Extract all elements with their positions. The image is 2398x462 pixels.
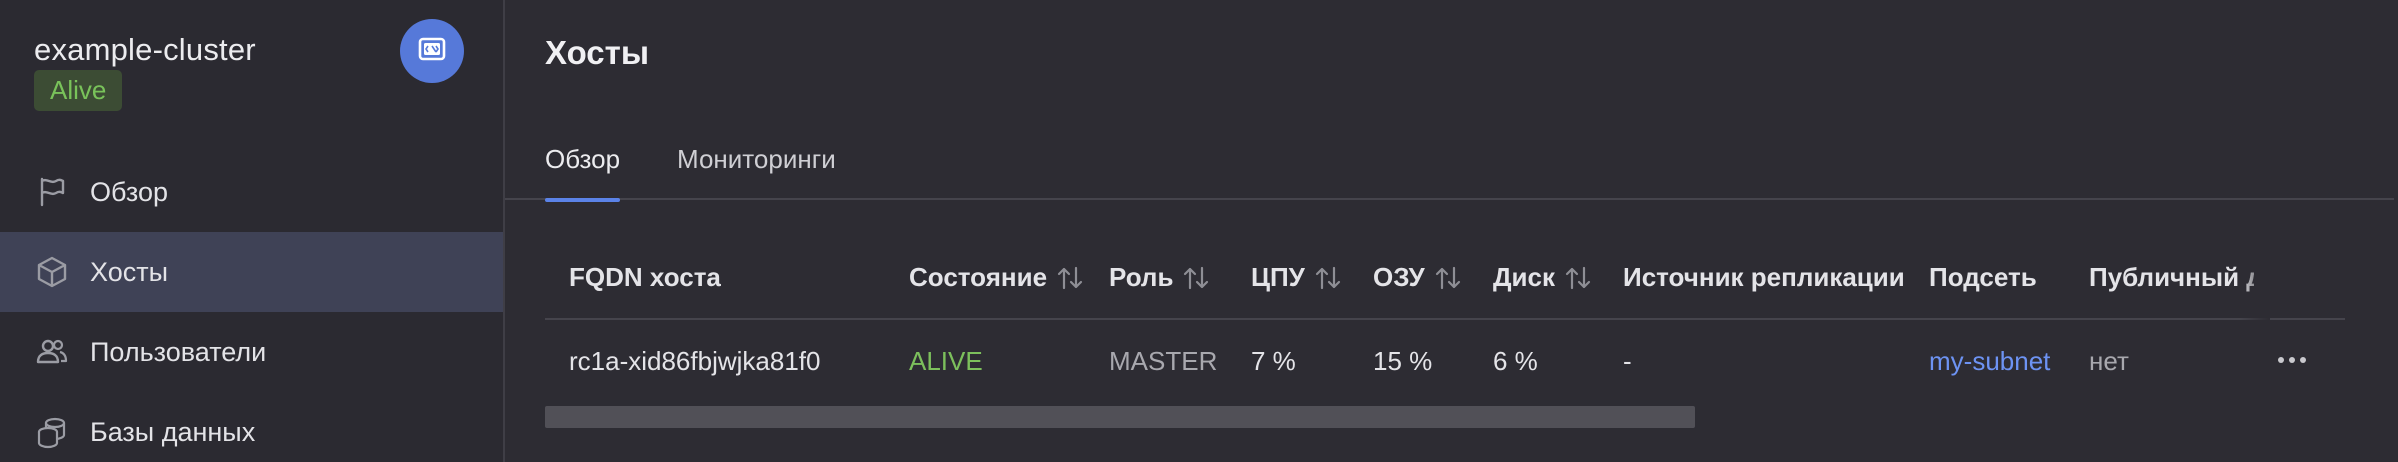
sort-icon[interactable] bbox=[1433, 264, 1463, 292]
horizontal-scrollbar[interactable] bbox=[545, 406, 1695, 428]
database-icon bbox=[34, 414, 70, 450]
cluster-terminal-icon bbox=[417, 36, 447, 67]
column-label: Диск bbox=[1493, 262, 1555, 292]
more-dots-icon bbox=[2278, 357, 2306, 363]
tab-monitoring[interactable]: Мониторинги bbox=[677, 144, 836, 200]
column-header-subnet: Подсеть bbox=[1929, 262, 2037, 293]
sidebar-item-hosts[interactable]: Хосты bbox=[0, 232, 503, 312]
users-icon bbox=[34, 334, 70, 370]
sort-icon[interactable] bbox=[1313, 264, 1343, 292]
cell-cpu: 7 % bbox=[1251, 346, 1296, 376]
row-actions-button[interactable] bbox=[2272, 342, 2312, 378]
cluster-name: example-cluster bbox=[34, 32, 256, 67]
cluster-status-badge: Alive bbox=[34, 70, 123, 111]
page-title: Хосты bbox=[545, 34, 649, 71]
column-label: Источник репликации bbox=[1623, 262, 1905, 292]
cell-state: ALIVE bbox=[909, 346, 983, 376]
sidebar-item-overview[interactable]: Обзор bbox=[0, 152, 503, 232]
sidebar-item-users[interactable]: Пользователи bbox=[0, 312, 503, 392]
column-label: ОЗУ bbox=[1373, 262, 1425, 292]
header-fade bbox=[2240, 242, 2270, 320]
cell-replication-source: - bbox=[1623, 346, 1632, 376]
right-edge bbox=[2394, 0, 2398, 462]
column-header-state[interactable]: Состояние bbox=[909, 262, 1085, 293]
hosts-table: FQDN хоста Состояние Роль ЦПУ ОЗУ Диск И… bbox=[545, 242, 2345, 442]
cell-ram: 15 % bbox=[1373, 346, 1433, 376]
table-header: FQDN хоста Состояние Роль ЦПУ ОЗУ Диск И… bbox=[545, 242, 2345, 320]
cluster-action-button[interactable] bbox=[400, 19, 464, 83]
table-row[interactable]: rc1a-xid86fbjwjka81f0 ALIVE MASTER 7 % 1… bbox=[545, 322, 2345, 402]
tabs-bar: Обзор Мониторинги bbox=[505, 130, 2398, 202]
column-header-public: Публичный д bbox=[2089, 262, 2254, 293]
column-label: ЦПУ bbox=[1251, 262, 1305, 292]
sort-icon[interactable] bbox=[1181, 264, 1211, 292]
sort-icon[interactable] bbox=[1563, 264, 1593, 292]
app-root: example-cluster Alive Обзор Хосты Пользо… bbox=[0, 0, 2398, 462]
cell-fqdn: rc1a-xid86fbjwjka81f0 bbox=[569, 346, 821, 376]
subnet-link[interactable]: my-subnet bbox=[1929, 346, 2050, 377]
column-label: Роль bbox=[1109, 262, 1174, 292]
column-header-ram[interactable]: ОЗУ bbox=[1373, 262, 1463, 293]
main-content: Хосты Обзор Мониторинги FQDN хоста Состо… bbox=[505, 0, 2398, 462]
column-label: Подсеть bbox=[1929, 262, 2037, 292]
sort-icon[interactable] bbox=[1055, 264, 1085, 292]
column-label: Публичный д bbox=[2089, 262, 2254, 292]
column-label: FQDN хоста bbox=[569, 262, 721, 292]
cell-disk: 6 % bbox=[1493, 346, 1538, 376]
column-header-role[interactable]: Роль bbox=[1109, 262, 1211, 293]
cell-public: нет bbox=[2089, 346, 2129, 376]
tab-overview[interactable]: Обзор bbox=[545, 144, 621, 202]
sidebar: example-cluster Alive Обзор Хосты Пользо… bbox=[0, 0, 505, 462]
sidebar-item-label: Хосты bbox=[90, 256, 168, 287]
sidebar-item-label: Базы данных bbox=[90, 416, 256, 447]
sidebar-item-databases[interactable]: Базы данных bbox=[0, 392, 503, 462]
column-header-replication-source: Источник репликации bbox=[1623, 262, 1905, 293]
cube-icon bbox=[34, 254, 70, 290]
sidebar-item-label: Пользователи bbox=[90, 336, 267, 367]
column-header-disk[interactable]: Диск bbox=[1493, 262, 1593, 293]
cell-role: MASTER bbox=[1109, 346, 1218, 376]
column-label: Состояние bbox=[909, 262, 1048, 292]
column-header-cpu[interactable]: ЦПУ bbox=[1251, 262, 1343, 293]
column-header-fqdn: FQDN хоста bbox=[569, 262, 721, 293]
flag-icon bbox=[34, 174, 70, 210]
sidebar-item-label: Обзор bbox=[90, 176, 168, 207]
